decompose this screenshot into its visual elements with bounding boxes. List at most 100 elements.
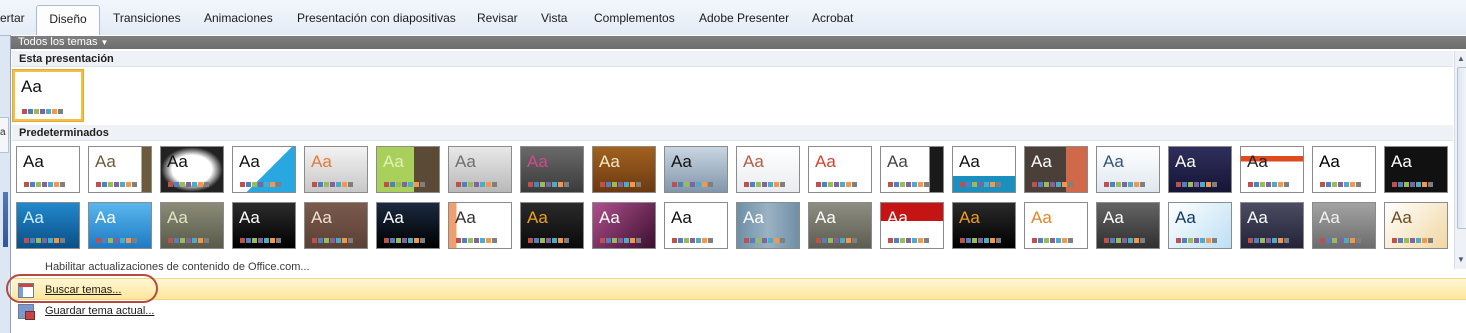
color-swatch — [1428, 238, 1433, 243]
theme-thumb-label: Aa — [959, 208, 980, 227]
theme-thumb[interactable]: Aa — [664, 202, 728, 249]
theme-thumb[interactable]: Aa — [448, 146, 512, 193]
theme-thumb[interactable]: Aa — [520, 146, 584, 193]
color-swatch — [1116, 182, 1121, 187]
color-swatch — [390, 182, 395, 187]
ribbon-tab[interactable]: Transiciones — [113, 7, 181, 29]
theme-thumb[interactable]: Aa — [808, 146, 872, 193]
theme-thumb[interactable]: Aa — [1312, 146, 1376, 193]
theme-thumb[interactable]: Aa — [88, 146, 152, 193]
color-swatch — [708, 182, 713, 187]
color-swatch — [42, 238, 47, 243]
theme-thumb-label: Aa — [455, 152, 476, 171]
color-swatch — [180, 182, 185, 187]
theme-thumb[interactable]: Aa — [736, 146, 800, 193]
color-swatch — [126, 182, 131, 187]
ribbon-tab[interactable]: Acrobat — [812, 7, 853, 29]
theme-color-swatches — [600, 238, 641, 243]
color-swatch — [690, 238, 695, 243]
ribbon-tab[interactable]: Vista — [541, 7, 567, 29]
color-swatch — [672, 182, 677, 187]
theme-thumb[interactable]: Aa — [1024, 202, 1088, 249]
theme-thumb[interactable]: Aa — [1024, 146, 1088, 193]
color-swatch — [1404, 182, 1409, 187]
theme-thumb[interactable]: Aa — [1384, 202, 1448, 249]
theme-thumb-current[interactable]: Aa — [13, 70, 83, 121]
theme-thumb[interactable]: Aa — [448, 202, 512, 249]
theme-thumb[interactable]: Aa — [160, 202, 224, 249]
color-swatch — [126, 238, 131, 243]
scrollbar-thumb[interactable] — [1457, 67, 1466, 229]
theme-thumb[interactable]: Aa — [880, 146, 944, 193]
theme-thumb[interactable]: Aa — [736, 202, 800, 249]
theme-thumb[interactable]: Aa — [952, 202, 1016, 249]
color-swatch — [1422, 238, 1427, 243]
color-swatch — [486, 182, 491, 187]
theme-thumb[interactable]: Aa — [1168, 146, 1232, 193]
gallery-filter-header[interactable]: Todos los temas ▼ — [11, 36, 1466, 49]
color-swatch — [834, 238, 839, 243]
theme-thumb-label: Aa — [383, 208, 404, 227]
ribbon-tab-strip: ertar Diseño Transiciones Animaciones Presen… — [0, 0, 1466, 36]
theme-thumb[interactable]: Aa — [592, 146, 656, 193]
theme-thumb[interactable]: Aa — [376, 202, 440, 249]
ribbon-tab[interactable]: ertar — [0, 7, 25, 29]
theme-thumb[interactable]: Aa — [1240, 146, 1304, 193]
theme-thumb[interactable]: Aa — [1096, 146, 1160, 193]
theme-thumb-label: Aa — [815, 208, 836, 227]
color-swatch — [696, 238, 701, 243]
theme-color-swatches — [1176, 238, 1217, 243]
ribbon-tab[interactable]: Adobe Presenter — [699, 7, 789, 29]
ribbon-tab[interactable]: Revisar — [477, 7, 518, 29]
color-swatch — [630, 182, 635, 187]
theme-thumb[interactable]: Aa — [160, 146, 224, 193]
theme-thumb[interactable]: Aa — [808, 202, 872, 249]
theme-thumb[interactable]: Aa — [16, 146, 80, 193]
color-swatch — [54, 238, 59, 243]
theme-thumb[interactable]: Aa — [880, 202, 944, 249]
color-swatch — [1260, 182, 1265, 187]
theme-thumb[interactable]: Aa — [88, 202, 152, 249]
theme-thumb[interactable]: Aa — [1312, 202, 1376, 249]
color-swatch — [480, 182, 485, 187]
theme-thumb[interactable]: Aa — [1240, 202, 1304, 249]
theme-thumb-label: Aa — [599, 152, 620, 171]
color-swatch — [1194, 182, 1199, 187]
gallery-scrollbar[interactable]: ▲ ▼ — [1454, 51, 1466, 269]
theme-thumb[interactable]: Aa — [376, 146, 440, 193]
color-swatch — [1350, 238, 1355, 243]
theme-thumb[interactable]: Aa — [1096, 202, 1160, 249]
color-swatch — [24, 238, 29, 243]
theme-thumb[interactable]: Aa — [952, 146, 1016, 193]
theme-thumb[interactable]: Aa — [1168, 202, 1232, 249]
color-swatch — [1200, 238, 1205, 243]
theme-thumb[interactable]: Aa — [592, 202, 656, 249]
ribbon-tab[interactable]: Complementos — [594, 7, 675, 29]
color-swatch — [348, 238, 353, 243]
color-swatch — [22, 109, 27, 114]
ribbon-tab[interactable]: Presentación con diapositivas — [297, 7, 456, 29]
color-swatch — [34, 109, 39, 114]
theme-thumb[interactable]: Aa — [304, 202, 368, 249]
theme-thumb[interactable]: Aa — [520, 202, 584, 249]
ribbon-tab[interactable]: Animaciones — [204, 7, 273, 29]
theme-thumb[interactable]: Aa — [664, 146, 728, 193]
search-themes-command[interactable]: Buscar temas... — [12, 278, 1466, 300]
color-swatch — [468, 238, 473, 243]
theme-thumb[interactable]: Aa — [16, 202, 80, 249]
theme-thumb[interactable]: Aa — [232, 202, 296, 249]
ribbon-tab[interactable]: Diseño — [36, 5, 100, 36]
theme-color-swatches — [1392, 238, 1433, 243]
color-swatch — [1254, 238, 1259, 243]
color-swatch — [888, 182, 893, 187]
scroll-up-arrow-icon[interactable]: ▲ — [1457, 54, 1465, 63]
color-swatch — [240, 238, 245, 243]
theme-thumb[interactable]: Aa — [232, 146, 296, 193]
enable-updates-command[interactable]: Habilitar actualizaciones de contenido d… — [12, 256, 1466, 278]
color-swatch — [996, 238, 1001, 243]
save-theme-command[interactable]: Guardar tema actual... — [12, 300, 1466, 322]
color-swatch — [384, 238, 389, 243]
color-swatch — [252, 238, 257, 243]
theme-thumb[interactable]: Aa — [304, 146, 368, 193]
theme-thumb[interactable]: Aa — [1384, 146, 1448, 193]
